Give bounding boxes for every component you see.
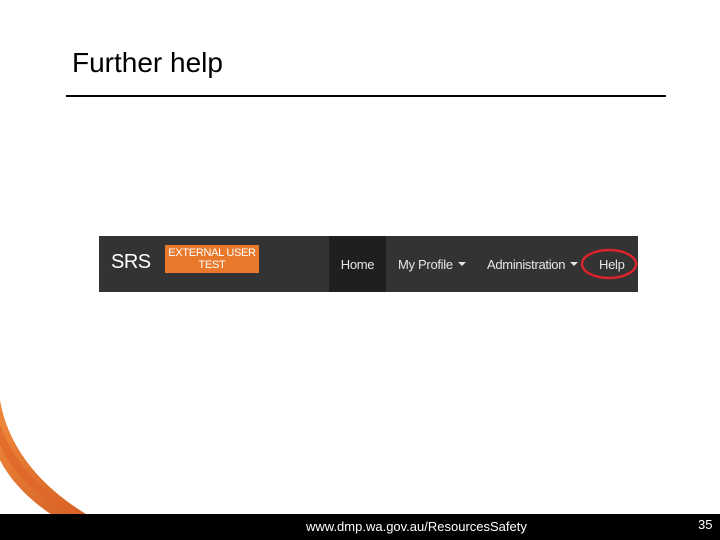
brand-logo[interactable]: SRS — [111, 249, 151, 275]
nav-item-home[interactable]: Home — [329, 236, 386, 292]
nav-item-help[interactable]: Help — [599, 236, 625, 292]
nav-item-administration-label: Administration — [487, 256, 566, 272]
nav-item-my-profile-label: My Profile — [398, 256, 453, 272]
nav-item-home-label: Home — [340, 256, 375, 272]
nav-item-my-profile[interactable]: My Profile — [398, 236, 466, 292]
environment-badge: EXTERNAL USER TEST — [165, 245, 259, 273]
page-number: 35 — [698, 517, 713, 532]
environment-badge-line1: EXTERNAL USER — [168, 247, 256, 259]
footer-url-link[interactable]: www.dmp.wa.gov.au/ResourcesSafety — [306, 519, 527, 535]
caret-down-icon — [570, 262, 579, 266]
navbar-screenshot: SRS EXTERNAL USER TEST Home My Profile A… — [99, 236, 638, 292]
title-divider — [66, 95, 666, 97]
caret-down-icon — [457, 262, 466, 266]
nav-item-help-label: Help — [599, 256, 625, 272]
slide-title: Further help — [72, 47, 223, 78]
environment-badge-line2: TEST — [198, 259, 226, 271]
nav-item-administration[interactable]: Administration — [487, 236, 579, 292]
